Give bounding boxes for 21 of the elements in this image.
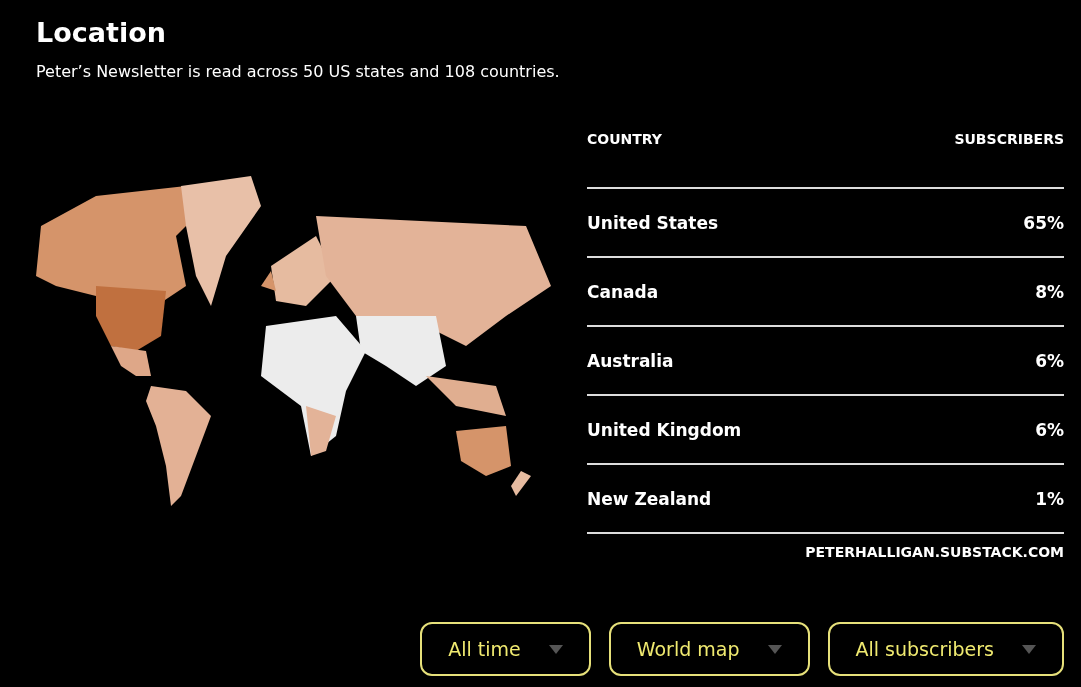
- filter-dropdown[interactable]: World map: [608, 622, 810, 676]
- column-header: COUNTRY: [587, 131, 662, 147]
- country-cell: United Kingdom: [587, 419, 742, 440]
- country-cell: United States: [587, 212, 719, 233]
- caret-icon: [767, 644, 782, 654]
- share-cell: 6%: [1035, 419, 1064, 440]
- filter-dropdown[interactable]: All time: [420, 622, 591, 676]
- caret-icon: [1022, 644, 1036, 654]
- country-cell: Canada: [587, 281, 659, 302]
- share-cell: 1%: [1035, 488, 1064, 509]
- summary-text: Peter’s Newsletter is read across 50 US states and 108 countries.: [36, 62, 561, 81]
- page-title: Location: [36, 16, 167, 50]
- share-cell: 65%: [1023, 212, 1064, 233]
- caret-icon: [548, 644, 563, 654]
- filter-dropdown[interactable]: All subscribers: [827, 622, 1064, 676]
- source-label: PETERHALLIGAN.SUBSTACK.COM: [804, 544, 1064, 560]
- share-cell: 6%: [1035, 350, 1064, 371]
- country-cell: New Zealand: [587, 488, 712, 509]
- column-header: SUBSCRIBERS: [954, 131, 1064, 147]
- country-cell: Australia: [587, 350, 674, 371]
- share-cell: 8%: [1035, 281, 1064, 302]
